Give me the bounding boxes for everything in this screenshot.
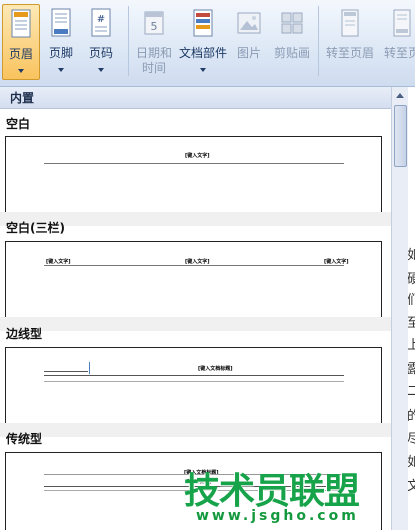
- watermark-title: 技术员联盟: [184, 471, 360, 512]
- header-icon: [11, 9, 31, 38]
- header-rule: [44, 375, 344, 376]
- quick-parts-button[interactable]: 文档部件: [176, 4, 230, 80]
- gallery-item-title: 边线型: [6, 327, 43, 341]
- placeholder-text: [键入文档标题]: [198, 366, 233, 372]
- ribbon-separator: [128, 6, 129, 76]
- date-time-label: 日期和 时间: [133, 46, 175, 76]
- header-button[interactable]: 页眉: [2, 4, 40, 80]
- header-rule: [44, 381, 344, 382]
- page-number-label: 页码: [88, 46, 113, 60]
- chevron-down-icon: [18, 69, 24, 73]
- picture-label: 图片: [236, 46, 261, 60]
- doc-text-fragment: 的: [408, 409, 415, 424]
- ribbon: 页眉 页脚 # 页码 5 日期和 时间 文档部件 图片 剪贴画 转至页眉 转至页: [0, 0, 415, 87]
- gallery-item-title: 空白: [6, 117, 31, 131]
- site-watermark: 技术员联盟 www.jsgho.com: [184, 462, 394, 530]
- gallery-divider: [0, 423, 392, 437]
- gallery-divider: [0, 317, 392, 331]
- doc-text-fragment: 尽: [408, 432, 415, 447]
- svg-text:#: #: [97, 14, 105, 25]
- doc-text-fragment: 露: [408, 362, 415, 377]
- gallery-item-blank[interactable]: [键入文字]: [5, 136, 382, 212]
- go-to-footer-icon: [393, 9, 411, 37]
- doc-text-fragment: 至: [408, 316, 415, 331]
- date-time-label-line2: 时间: [141, 61, 166, 75]
- quick-parts-label: 文档部件: [178, 46, 227, 60]
- gallery-item-title: 空白(三栏): [6, 221, 65, 235]
- gallery-item-sideline[interactable]: [键入文档标题]: [5, 347, 382, 423]
- doc-text-fragment: 二: [408, 384, 415, 399]
- page-number-button[interactable]: # 页码: [82, 4, 120, 80]
- go-to-footer-button[interactable]: 转至页: [378, 4, 415, 80]
- gallery-item-blank-three-columns[interactable]: [键入文字] [键入文字] [键入文字]: [5, 241, 382, 317]
- svg-text:5: 5: [151, 20, 158, 33]
- page-number-icon: #: [91, 8, 111, 37]
- header-rule: [44, 163, 344, 164]
- gallery-item-title: 传统型: [6, 432, 43, 446]
- placeholder-text: [键入文字]: [46, 259, 71, 265]
- doc-text-fragment: 硬: [408, 272, 415, 287]
- date-time-label-line1: 日期和: [135, 46, 172, 60]
- calendar-icon: 5: [144, 11, 164, 35]
- placeholder-text: [键入文字]: [185, 259, 210, 265]
- placeholder-text: [键入文字]: [185, 153, 210, 159]
- chevron-down-icon: [58, 68, 64, 72]
- footer-label: 页脚: [48, 46, 73, 60]
- picture-icon: [237, 12, 261, 34]
- ribbon-separator: [318, 6, 319, 76]
- quick-parts-icon: [193, 9, 213, 37]
- go-to-header-icon: [341, 9, 359, 37]
- scrollbar-thumb[interactable]: [394, 105, 407, 167]
- clip-art-button[interactable]: 剪贴画: [270, 4, 314, 80]
- header-rule: [44, 265, 344, 266]
- scroll-up-icon[interactable]: [394, 90, 406, 102]
- clip-art-icon: [281, 12, 303, 34]
- footer-icon: [51, 8, 71, 37]
- picture-button[interactable]: 图片: [232, 4, 266, 80]
- clip-art-label: 剪贴画: [273, 46, 310, 60]
- sideline-marker: [89, 362, 90, 374]
- go-to-footer-label: 转至页: [383, 46, 415, 60]
- doc-text-fragment: 如: [408, 248, 415, 263]
- doc-text-fragment: 文: [408, 479, 415, 494]
- footer-button[interactable]: 页脚: [42, 4, 80, 80]
- document-edge: 如 硬 们 至 上 露 二 的 尽 如 文: [408, 87, 415, 530]
- watermark-url: www.jsgho.com: [196, 508, 359, 524]
- header-label: 页眉: [8, 47, 33, 61]
- sideline-rule: [44, 371, 88, 372]
- chevron-down-icon: [200, 68, 206, 72]
- doc-text-fragment: 们: [408, 293, 415, 308]
- date-time-button[interactable]: 5 日期和 时间: [133, 4, 175, 80]
- go-to-header-button[interactable]: 转至页眉: [322, 4, 378, 80]
- doc-text-fragment: 上: [408, 338, 415, 353]
- doc-text-fragment: 如: [408, 455, 415, 470]
- go-to-header-label: 转至页眉: [325, 46, 374, 60]
- gallery-category-heading: 内置: [0, 87, 392, 109]
- chevron-down-icon: [98, 68, 104, 72]
- placeholder-text: [键入文字]: [324, 259, 349, 265]
